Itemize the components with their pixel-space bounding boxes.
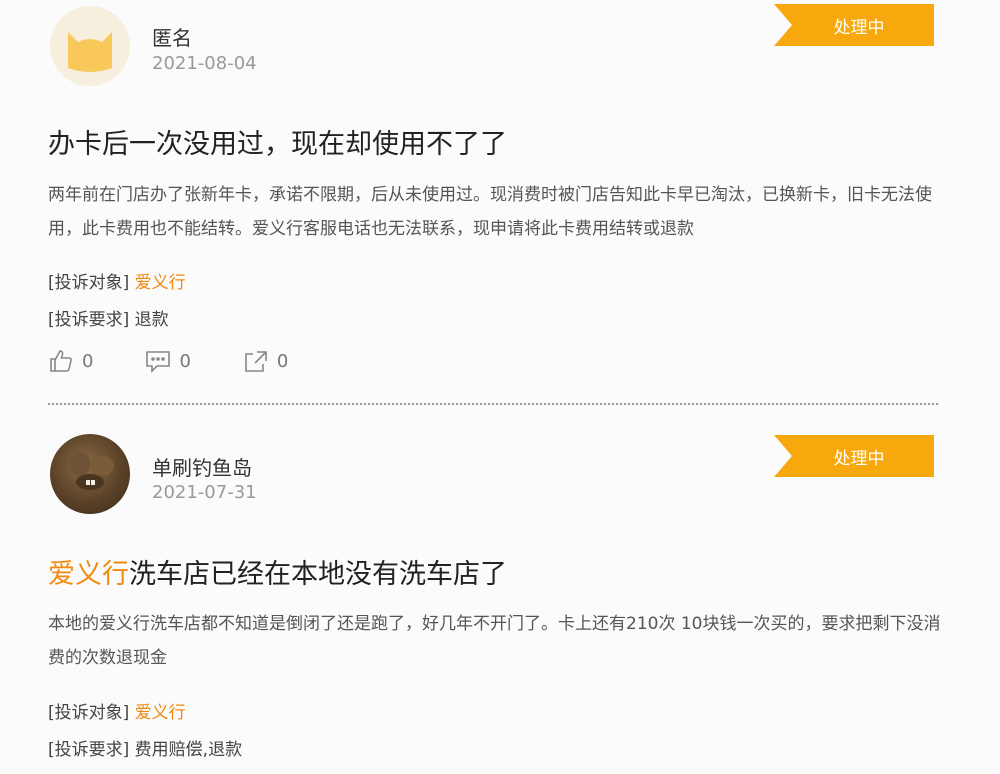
complaint-title[interactable]: 爱义行洗车店已经在本地没有洗车店了 xyxy=(48,552,507,591)
avatar[interactable] xyxy=(50,434,130,514)
action-bar: 0 0 0 xyxy=(48,346,340,376)
request-label: [投诉要求] xyxy=(48,310,130,330)
complaint-target: [投诉对象] 爱义行 xyxy=(48,268,186,293)
target-label: [投诉对象] xyxy=(48,273,130,293)
complaint-content: 本地的爱义行洗车店都不知道是倒闭了还是跑了，好几年不开门了。卡上还有210次 1… xyxy=(48,614,941,668)
complaint-content: 两年前在门店办了张新年卡，承诺不限期，后从未使用过。现消费时被门店告知此卡早已淘… xyxy=(48,185,932,239)
comment-count: 0 xyxy=(179,350,191,372)
dog-avatar-icon xyxy=(70,452,114,490)
share-button[interactable]: 0 xyxy=(243,346,288,376)
complaint-title[interactable]: 办卡后一次没用过，现在却使用不了了 xyxy=(48,122,507,161)
title-highlight[interactable]: 爱义行 xyxy=(48,559,129,590)
status-label: 处理中 xyxy=(833,448,885,469)
target-label: [投诉对象] xyxy=(48,703,130,723)
post-date: 2021-08-04 xyxy=(152,53,257,74)
divider xyxy=(48,403,938,405)
complaint-target: [投诉对象] 爱义行 xyxy=(48,698,186,723)
cat-avatar-icon xyxy=(68,32,112,72)
comment-icon xyxy=(146,351,171,373)
comment-button[interactable]: 0 xyxy=(145,346,191,376)
share-icon xyxy=(245,351,267,372)
target-value[interactable]: 爱义行 xyxy=(135,703,186,723)
thumbs-up-icon xyxy=(50,350,72,372)
request-label: [投诉要求] xyxy=(48,740,130,760)
username[interactable]: 单刷钓鱼岛 xyxy=(152,452,252,481)
status-badge: 处理中 xyxy=(774,435,934,477)
complaint-card: 单刷钓鱼岛 2021-07-31 处理中 爱义行洗车店已经在本地没有洗车店了 本… xyxy=(0,430,1000,774)
target-value[interactable]: 爱义行 xyxy=(135,273,186,293)
complaint-card: 匿名 2021-08-04 处理中 办卡后一次没用过，现在却使用不了了 两年前在… xyxy=(0,0,1000,402)
title-rest[interactable]: 洗车店已经在本地没有洗车店了 xyxy=(129,559,507,590)
like-button[interactable]: 0 xyxy=(48,346,93,376)
status-badge: 处理中 xyxy=(774,4,934,46)
share-count: 0 xyxy=(276,350,289,372)
username[interactable]: 匿名 xyxy=(152,22,192,51)
post-date: 2021-07-31 xyxy=(152,482,257,503)
complaint-request: [投诉要求] 退款 xyxy=(48,305,169,330)
request-value: 费用赔偿,退款 xyxy=(134,740,243,760)
complaint-request: [投诉要求] 费用赔偿,退款 xyxy=(48,735,242,760)
avatar[interactable] xyxy=(50,6,130,86)
like-count: 0 xyxy=(82,350,94,372)
request-value: 退款 xyxy=(134,310,169,330)
status-label: 处理中 xyxy=(833,17,885,38)
